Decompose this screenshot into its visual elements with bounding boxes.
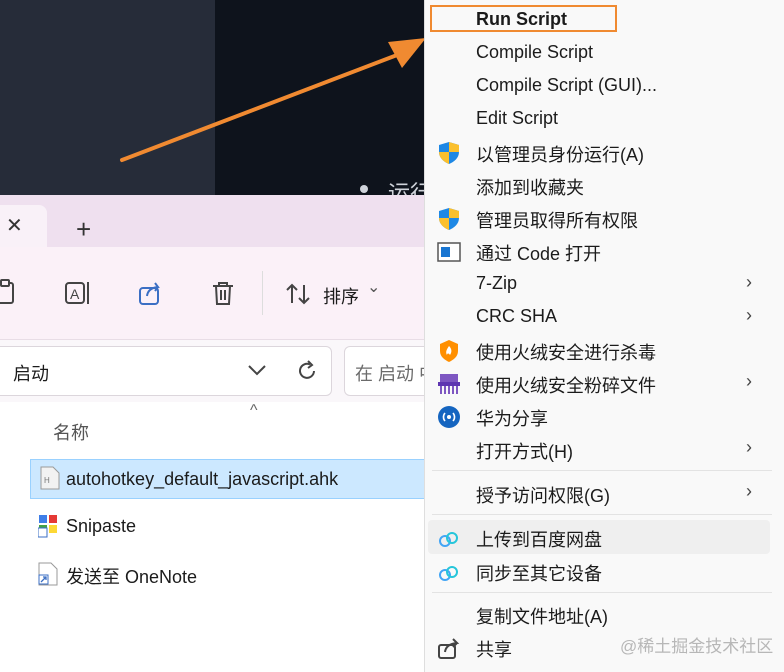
toolbar-divider [262, 271, 263, 315]
vscode-icon [437, 242, 461, 262]
watermark-text: @稀土掘金技术社区 [620, 637, 774, 656]
menu-item-open-with[interactable]: 打开方式(H) [476, 438, 573, 464]
tab-close-icon[interactable]: ✕ [6, 213, 23, 238]
address-path: 启动 [13, 364, 49, 384]
shortcut-file-icon [38, 562, 58, 586]
menu-item-copy-path[interactable]: 复制文件地址(A) [476, 603, 608, 629]
menu-item-share[interactable]: 共享 [476, 636, 512, 662]
file-name[interactable]: autohotkey_default_javascript.ahk [66, 469, 338, 490]
submenu-chevron-icon: › [746, 272, 752, 292]
sort-indicator-icon: ^ [250, 402, 258, 419]
menu-separator [432, 470, 772, 471]
menu-item-add-favorites[interactable]: 添加到收藏夹 [476, 174, 584, 200]
explorer-tab[interactable]: ✕ [0, 205, 47, 247]
refresh-icon[interactable] [295, 359, 319, 383]
delete-icon[interactable] [210, 280, 236, 306]
menu-item-baidu-upload[interactable]: 上传到百度网盘 [476, 526, 602, 552]
search-box[interactable]: 在 启动 中 [344, 346, 436, 396]
rename-icon[interactable]: A [64, 280, 92, 306]
menu-item-huawei-share[interactable]: 华为分享 [476, 405, 548, 431]
submenu-chevron-icon: › [746, 371, 752, 391]
share-toolbar-icon[interactable] [138, 280, 166, 306]
file-name[interactable]: Snipaste [66, 516, 136, 537]
menu-item-crc-sha[interactable]: CRC SHA [476, 306, 557, 327]
menu-item-huorong-scan[interactable]: 使用火绒安全进行杀毒 [476, 339, 656, 365]
submenu-chevron-icon: › [746, 481, 752, 501]
menu-item-huorong-shred[interactable]: 使用火绒安全粉碎文件 [476, 372, 656, 398]
menu-item-give-access[interactable]: 授予访问权限(G) [476, 482, 610, 508]
menu-item-run-script[interactable]: Run Script [476, 9, 567, 30]
uac-shield-icon [439, 142, 459, 164]
menu-item-edit-script[interactable]: Edit Script [476, 108, 558, 129]
sort-icon [286, 283, 310, 305]
menu-item-compile-script-gui[interactable]: Compile Script (GUI)... [476, 75, 657, 96]
menu-item-7zip[interactable]: 7-Zip [476, 273, 517, 294]
share-icon [438, 638, 460, 659]
address-dropdown-icon[interactable] [247, 363, 267, 377]
snipaste-icon [38, 515, 57, 538]
uac-shield-icon [439, 208, 459, 230]
sort-label: 排序 [323, 287, 359, 307]
huawei-share-icon [438, 406, 460, 428]
submenu-chevron-icon: › [746, 437, 752, 457]
file-name[interactable]: 发送至 OneNote [66, 563, 197, 589]
column-header-name[interactable]: 名称 [53, 419, 89, 445]
ahk-file-icon: H [40, 466, 60, 490]
address-bar[interactable]: 启动 [0, 346, 332, 396]
paste-icon[interactable] [0, 279, 20, 307]
chevron-down-icon: ⌄ [367, 279, 381, 296]
shredder-icon [438, 374, 460, 394]
menu-item-open-with-code[interactable]: 通过 Code 打开 [476, 240, 601, 266]
submenu-chevron-icon: › [746, 305, 752, 325]
menu-separator [432, 592, 772, 593]
svg-text:A: A [70, 286, 80, 302]
menu-item-sync-devices[interactable]: 同步至其它设备 [476, 560, 602, 586]
menu-separator [432, 514, 772, 515]
svg-text:H: H [44, 476, 50, 485]
huorong-icon [440, 340, 458, 362]
baidu-cloud-icon [439, 532, 458, 547]
menu-item-take-ownership[interactable]: 管理员取得所有权限 [476, 207, 638, 233]
menu-item-run-as-admin[interactable]: 以管理员身份运行(A) [476, 141, 644, 167]
menu-item-compile-script[interactable]: Compile Script [476, 42, 593, 63]
baidu-cloud-icon [439, 566, 458, 581]
new-tab-button[interactable]: + [76, 214, 91, 245]
search-placeholder: 在 启动 中 [355, 364, 431, 384]
